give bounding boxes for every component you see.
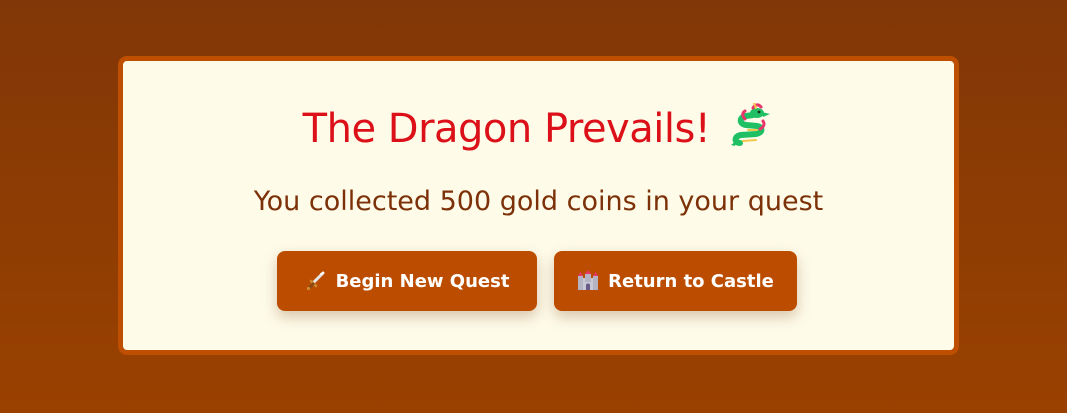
dragon-icon (726, 102, 774, 151)
return-to-castle-label: Return to Castle (608, 270, 774, 292)
dialog-title-row: The Dragon Prevails! (123, 102, 954, 155)
castle-icon (577, 270, 599, 292)
dialog-message: You collected 500 gold coins in your que… (253, 186, 824, 217)
dialog-title: The Dragon Prevails! (302, 106, 711, 152)
game-over-dialog: The Dragon Prevails! You collected 500 g… (118, 56, 959, 355)
begin-new-quest-button[interactable]: Begin New Quest (277, 251, 537, 311)
sword-icon (305, 270, 327, 292)
return-to-castle-button[interactable]: Return to Castle (554, 251, 797, 311)
begin-new-quest-label: Begin New Quest (335, 270, 510, 292)
